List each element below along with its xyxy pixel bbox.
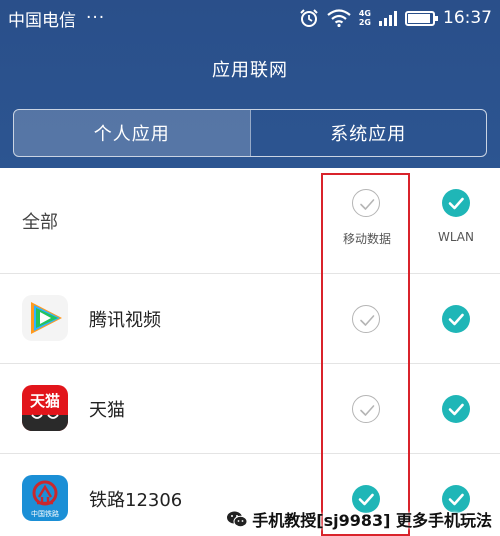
checkmark-icon xyxy=(360,405,375,416)
checkmark-icon xyxy=(448,313,464,326)
network-type-badge: 4G 2G xyxy=(358,9,371,27)
wechat-icon xyxy=(227,511,248,528)
row-label: 全部 xyxy=(22,211,58,233)
wifi-icon xyxy=(327,9,351,27)
status-icons: 4G 2G 16:37 xyxy=(299,8,492,28)
list-item-tmall: 天猫 天猫 xyxy=(0,364,500,454)
wlan-toggle-tmall[interactable] xyxy=(442,395,470,423)
app-header: 中国电信 ··· 4G 2G 16:37 应用联网 个人应用 系统应用 xyxy=(0,0,500,168)
checkmark-icon xyxy=(448,403,464,416)
app-network-list: 全部 移动数据 WLAN 腾讯视频 天猫 天猫 中国铁路 铁路12306 xyxy=(0,168,500,536)
railway-12306-icon: 中国铁路 xyxy=(22,475,68,521)
wlan-toggle-all[interactable] xyxy=(442,189,470,217)
column-label-mobile-data: 移动数据 xyxy=(342,232,391,246)
railway-icon-text: 中国铁路 xyxy=(31,510,59,518)
tab-system-apps[interactable]: 系统应用 xyxy=(249,110,487,156)
battery-icon xyxy=(405,10,438,26)
checkmark-icon xyxy=(448,197,464,210)
more-notifications-icon: ··· xyxy=(86,8,106,28)
mobile-data-toggle-tmall[interactable] xyxy=(352,395,380,423)
tmall-icon-text: 天猫 xyxy=(29,392,60,410)
checkmark-icon xyxy=(360,199,375,210)
list-item-tencent-video: 腾讯视频 xyxy=(0,274,500,364)
tab-personal-apps[interactable]: 个人应用 xyxy=(14,110,250,156)
tencent-video-icon xyxy=(22,295,68,341)
column-label-wlan: WLAN xyxy=(437,230,474,244)
status-bar: 中国电信 ··· 4G 2G 16:37 xyxy=(0,0,500,36)
row-label: 铁路12306 xyxy=(89,489,183,511)
watermark-text: 手机教授[sj9983] 更多手机玩法 xyxy=(252,511,492,530)
signal-strength-icon xyxy=(379,10,397,26)
mobile-data-toggle-all[interactable] xyxy=(352,189,380,217)
tmall-icon: 天猫 xyxy=(22,385,68,431)
alarm-icon xyxy=(300,9,318,27)
checkmark-icon xyxy=(360,315,375,326)
clock-time: 16:37 xyxy=(443,8,492,28)
row-label: 天猫 xyxy=(89,399,125,421)
carrier-name: 中国电信 xyxy=(8,10,76,31)
watermark: 手机教授[sj9983] 更多手机玩法 xyxy=(226,508,492,530)
page-title: 应用联网 xyxy=(212,60,288,81)
wlan-toggle-tencent-video[interactable] xyxy=(442,305,470,333)
row-label: 腾讯视频 xyxy=(89,309,161,331)
tab-bar: 个人应用 系统应用 xyxy=(13,109,487,157)
mobile-data-toggle-tencent-video[interactable] xyxy=(352,305,380,333)
list-item-all: 全部 移动数据 WLAN xyxy=(0,168,500,274)
